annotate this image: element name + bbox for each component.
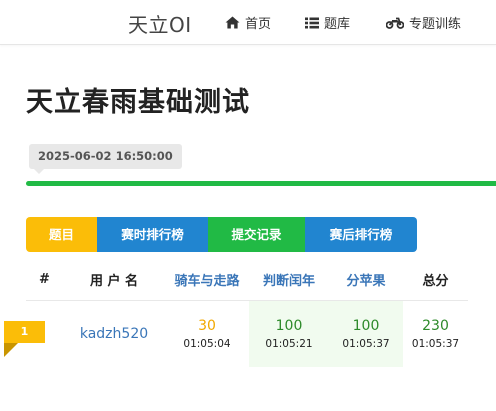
problem-3-cell[interactable]: 100 01:05:37 [329,300,403,367]
tab-live-ranking[interactable]: 赛时排行榜 [97,217,208,252]
contest-progress-fill [26,181,496,186]
problem-3-score: 100 [352,317,380,334]
top-navbar: 天立OI 首页 题库 专题训练 [0,0,496,45]
username-cell: kadzh520 [63,300,165,367]
username-link[interactable]: kadzh520 [80,326,148,342]
table-row: kadzh520 30 01:05:04 100 01:05:21 100 01… [26,300,468,367]
table-header-row: # 用 户 名 骑车与走路 判断闰年 分苹果 总分 [26,259,468,301]
problem-2-cell[interactable]: 100 01:05:21 [249,300,329,367]
total-time: 01:05:37 [411,337,460,350]
nav-item-training-label: 专题训练 [409,17,462,32]
rank-ribbon-fold [4,343,18,357]
problem-1-score: 30 [198,317,216,334]
contest-time-label: 2025-06-02 16:50:00 [29,144,182,169]
nav-item-home[interactable]: 首页 [225,13,271,32]
nav-item-problems-label: 题库 [324,17,351,32]
header-problem-1: 骑车与走路 [165,259,249,301]
nav-item-training[interactable]: 专题训练 [386,13,461,32]
problem-2-score: 100 [275,317,303,334]
rank-ribbon: 1 [4,321,45,343]
header-rank: # [26,259,63,301]
problem-2-time: 01:05:21 [265,337,313,350]
ranking-table: # 用 户 名 骑车与走路 判断闰年 分苹果 总分 kadzh520 30 01… [26,259,468,367]
time-label-pointer [34,169,44,174]
tab-submissions[interactable]: 提交记录 [208,217,305,252]
nav-item-problems[interactable]: 题库 [305,13,350,32]
problem-1-time: 01:05:04 [183,337,231,350]
header-problem-3: 分苹果 [329,259,403,301]
problem-2-link[interactable]: 判断闰年 [263,274,315,289]
tab-problems[interactable]: 题目 [26,217,97,252]
home-icon [225,16,240,29]
total-cell: 230 01:05:37 [403,300,468,367]
problem-1-cell[interactable]: 30 01:05:04 [165,300,249,367]
problem-3-link[interactable]: 分苹果 [346,274,385,289]
tab-after-ranking[interactable]: 赛后排行榜 [305,217,417,252]
list-icon [305,17,319,28]
problem-1-link[interactable]: 骑车与走路 [174,274,239,289]
nav-item-home-label: 首页 [245,17,272,32]
motorcycle-icon [386,17,404,29]
site-brand[interactable]: 天立OI [128,9,192,38]
contest-title: 天立春雨基础测试 [26,87,250,118]
contest-progress-bar [26,181,496,186]
problem-3-time: 01:05:37 [342,337,390,350]
header-problem-2: 判断闰年 [249,259,329,301]
header-username: 用 户 名 [63,259,165,301]
total-score: 230 [422,317,449,334]
contest-tab-bar: 题目 赛时排行榜 提交记录 赛后排行榜 [26,217,417,252]
header-total: 总分 [403,259,468,301]
